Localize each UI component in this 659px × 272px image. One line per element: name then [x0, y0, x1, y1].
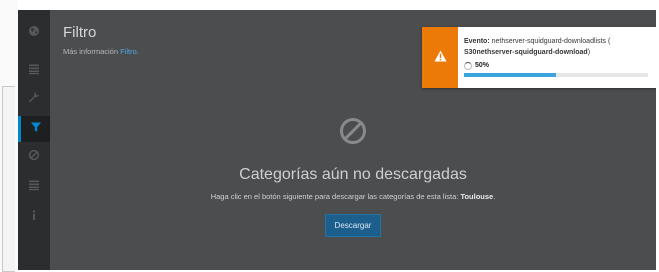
wrench-icon — [28, 90, 40, 108]
info-icon — [28, 208, 40, 226]
spinner-icon — [464, 61, 472, 70]
more-info-text: Más información Filtro. — [63, 47, 139, 56]
app-window: Filtro Más información Filtro. Categoría… — [18, 10, 656, 270]
more-info-link[interactable]: Filtro — [120, 47, 137, 56]
progress-fill — [464, 73, 556, 77]
ban-icon — [28, 148, 40, 166]
sidebar-item-logs[interactable] — [18, 174, 50, 200]
filter-icon — [30, 120, 42, 138]
toast-body: Evento: nethserver-squidguard-downloadli… — [464, 36, 656, 77]
event-label: Evento: — [464, 38, 490, 45]
more-info-prefix: Más información — [63, 47, 119, 56]
sidebar-item-status[interactable] — [18, 58, 50, 84]
more-info-suffix: . — [136, 47, 139, 56]
notification-toast: Evento: nethserver-squidguard-downloadli… — [422, 27, 656, 88]
empty-state: Categorías aún no descargadas Haga clic … — [50, 116, 656, 237]
toast-icon-area — [422, 27, 458, 88]
list-icon — [28, 178, 40, 196]
page-title: Filtro — [63, 24, 97, 41]
sidebar-item-settings[interactable] — [18, 86, 50, 112]
task-name: S30nethserver-squidguard-download — [464, 49, 588, 56]
empty-state-description-text: Haga clic en el botón siguiente para des… — [210, 192, 459, 201]
task-suffix: ) — [587, 49, 591, 56]
left-window-edge — [0, 0, 18, 272]
sidebar-item-about[interactable] — [18, 204, 50, 230]
progress-bar — [464, 73, 648, 77]
sidebar-item-blocked[interactable] — [18, 144, 50, 170]
sidebar-item-dashboard[interactable] — [18, 20, 50, 46]
event-name: nethserver-squidguard-downloadlists ( — [491, 38, 611, 45]
progress-text: 50% — [475, 62, 490, 69]
empty-state-title: Categorías aún no descargadas — [239, 166, 467, 183]
globe-icon — [28, 24, 40, 42]
list-name: Toulouse — [460, 192, 494, 201]
sidebar — [18, 10, 50, 270]
sidebar-item-filter[interactable] — [18, 116, 50, 142]
ban-icon — [338, 116, 368, 146]
download-button[interactable]: Descargar — [324, 214, 382, 237]
empty-state-description: Haga clic en el botón siguiente para des… — [210, 192, 496, 201]
warning-icon — [434, 49, 447, 67]
list-icon — [28, 62, 40, 80]
